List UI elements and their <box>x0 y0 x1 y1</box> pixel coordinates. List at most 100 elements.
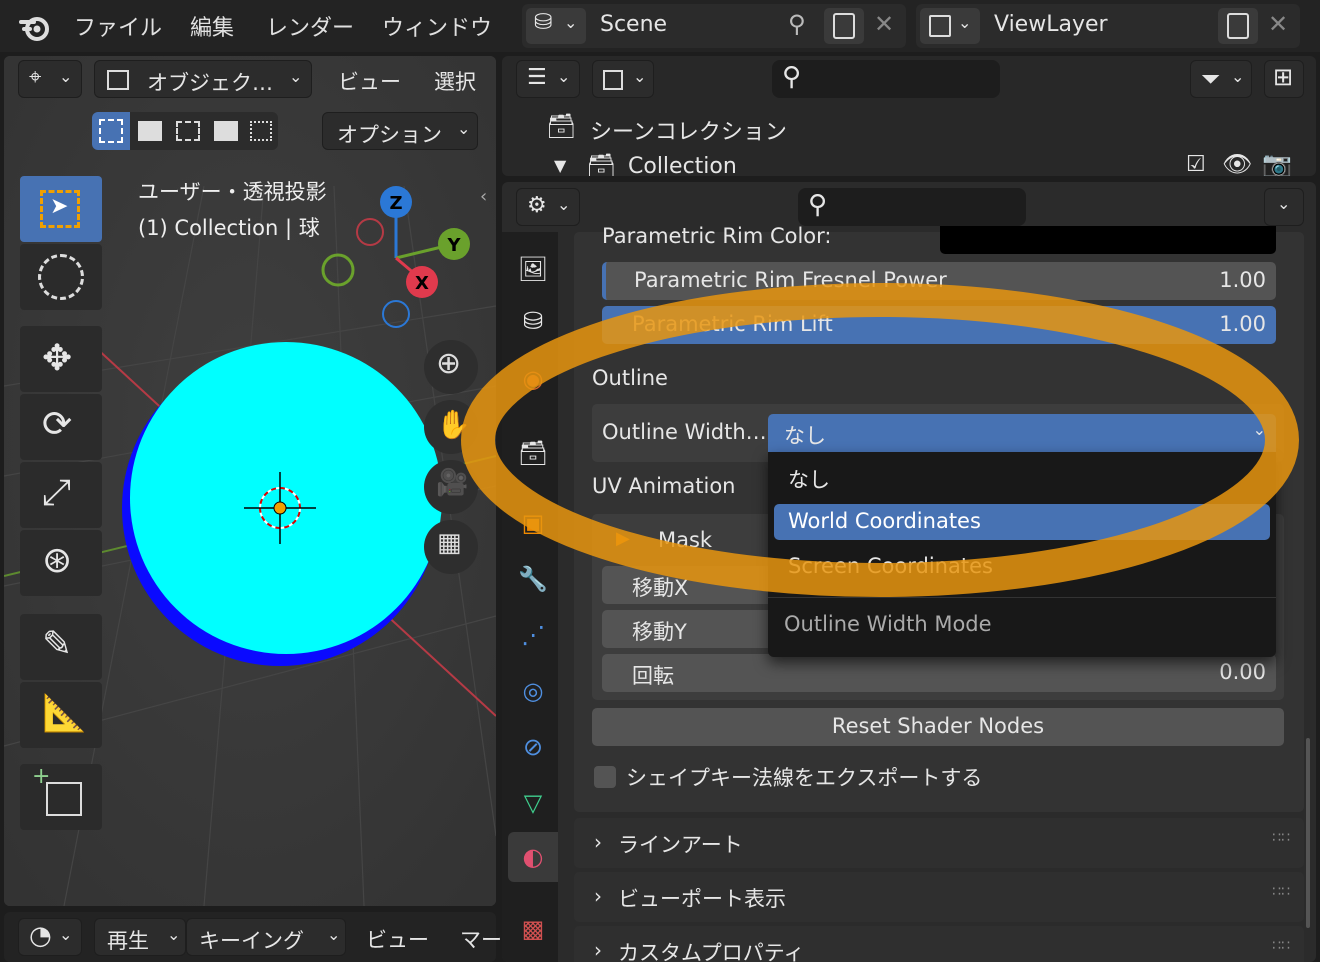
option-screen-coordinates[interactable]: Screen Coordinates <box>788 554 993 578</box>
sidebar-toggle-icon[interactable]: ‹ <box>480 186 487 207</box>
menu-edit[interactable]: 編集 <box>190 10 234 42</box>
display-mode-button[interactable]: ⌄ <box>592 60 654 98</box>
outliner-editor-type-button[interactable]: ☰ ⌄ <box>516 60 580 98</box>
properties-search-input[interactable]: ⚲ <box>798 188 1026 226</box>
expand-arrow-icon[interactable]: ▼ <box>554 156 566 175</box>
blender-logo-icon[interactable] <box>18 10 52 44</box>
drag-handle-icon[interactable]: ∷∷ <box>1272 938 1290 954</box>
rim-lift-field[interactable]: Parametric Rim Lift 1.00 <box>602 306 1276 344</box>
export-shapekey-normals-checkbox[interactable] <box>594 766 616 788</box>
navigation-gizmo[interactable]: Z Y X <box>318 182 484 332</box>
drag-handle-icon[interactable]: ∷∷ <box>1272 884 1290 900</box>
tab-render[interactable]: 🖼 <box>508 244 558 294</box>
properties-options-button[interactable]: ⌄ <box>1264 188 1304 226</box>
gizmo-z-label: Z <box>389 193 402 214</box>
select-intersect-button[interactable] <box>244 112 278 150</box>
render-camera-icon[interactable]: 📷 <box>1262 150 1292 176</box>
rotate-field[interactable]: 回転 0.00 <box>602 654 1276 692</box>
outliner-search-input[interactable]: ⚲ <box>772 60 1000 98</box>
marker-menu[interactable]: マー <box>460 924 502 954</box>
zoom-button[interactable]: ⊕ <box>424 340 478 394</box>
checkbox-icon[interactable]: ☑ <box>1186 152 1206 176</box>
viewlayer-name[interactable]: ViewLayer <box>994 12 1108 37</box>
timeline-view-menu[interactable]: ビュー <box>366 924 429 954</box>
properties-tabs: 🖼 ⛁ ◉ 🗃 ▣ 🔧 ⋰ ◎ ⊘ ▽ ◐ ▩ <box>502 232 558 962</box>
scene-collection-label[interactable]: シーンコレクション <box>590 114 787 146</box>
viewlayer-browse-button[interactable]: ⌄ <box>920 8 980 44</box>
option-world-coordinates[interactable]: World Coordinates <box>774 504 1270 540</box>
menu-render[interactable]: レンダー <box>266 10 354 42</box>
close-icon[interactable]: ✕ <box>1268 10 1288 38</box>
panel-lineart[interactable]: › ラインアート ∷∷ <box>574 818 1304 868</box>
select-menu[interactable]: 選択 <box>434 66 476 96</box>
select-extend-button[interactable] <box>132 112 168 150</box>
tab-texture[interactable]: ▩ <box>508 904 558 954</box>
view-menu[interactable]: ビュー <box>338 66 401 96</box>
panel-viewport-display-label: ビューポート表示 <box>618 887 786 911</box>
rim-color-swatch[interactable] <box>940 226 1276 254</box>
chevron-down-icon: ⌄ <box>289 67 303 86</box>
collection-label[interactable]: Collection <box>628 154 737 176</box>
tool-move[interactable]: ✥ <box>20 326 102 392</box>
perspective-toggle-button[interactable]: ▦ <box>424 520 478 574</box>
tool-rotate[interactable]: ⟳ <box>20 394 102 460</box>
select-invert-button[interactable] <box>208 112 244 150</box>
panel-custom-properties[interactable]: › カスタムプロパティ ∷∷ <box>574 926 1304 962</box>
playback-menu[interactable]: 再生 ⌄ <box>94 918 186 956</box>
mask-label[interactable]: Mask <box>658 528 712 552</box>
cursor-icon <box>38 254 84 300</box>
tool-measure[interactable]: 📐 <box>20 682 102 748</box>
tab-material[interactable]: ◐ <box>508 832 558 882</box>
option-none[interactable]: なし <box>788 464 830 494</box>
new-collection-button[interactable]: ⊞ <box>1264 60 1304 98</box>
tab-data[interactable]: ▽ <box>508 778 558 828</box>
camera-view-button[interactable]: 🎥 <box>424 460 478 514</box>
menu-title: Outline Width Mode <box>784 612 992 636</box>
pan-button[interactable]: ✋ <box>424 400 478 454</box>
tool-cursor[interactable] <box>20 244 102 310</box>
outline-width-dropdown[interactable]: なし ⌄ <box>768 414 1276 452</box>
mesh-data-icon: ▽ <box>523 789 543 817</box>
panel-viewport-display[interactable]: › ビューポート表示 ∷∷ <box>574 872 1304 922</box>
sphere-object[interactable] <box>114 340 454 680</box>
select-subtract-button[interactable] <box>170 112 206 150</box>
menu-file[interactable]: ファイル <box>74 10 162 42</box>
tab-constraints[interactable]: ⊘ <box>508 722 558 772</box>
view-name: ユーザー・透視投影 <box>138 180 327 204</box>
close-icon[interactable]: ✕ <box>874 10 894 38</box>
options-dropdown[interactable]: オプション ⌄ <box>322 112 478 150</box>
tool-select-box[interactable]: ➤ <box>20 176 102 242</box>
keying-menu[interactable]: キーイング ⌄ <box>186 918 346 956</box>
scene-browse-button[interactable]: ⛁ ⌄ <box>526 8 586 44</box>
tab-output[interactable]: ⛁ <box>508 296 558 346</box>
tab-collection[interactable]: 🗃 <box>508 428 558 478</box>
new-viewlayer-button[interactable] <box>1218 8 1258 44</box>
tool-scale[interactable]: ⤢ <box>20 462 102 528</box>
editor-type-button[interactable]: ⌖ ⌄ <box>18 60 82 98</box>
new-scene-button[interactable] <box>824 8 864 44</box>
tool-add-cube[interactable]: + <box>20 764 102 830</box>
chevron-down-icon: ⌄ <box>1252 420 1266 439</box>
properties-scrollbar[interactable] <box>1306 738 1310 928</box>
drag-handle-icon[interactable]: ∷∷ <box>1272 830 1290 846</box>
mode-selector[interactable]: オブジェク… ⌄ <box>94 60 312 98</box>
menu-window[interactable]: ウィンドウ <box>382 10 492 42</box>
tab-particles[interactable]: ⋰ <box>508 610 558 660</box>
pin-icon[interactable]: ⚲ <box>788 10 806 38</box>
3d-viewport[interactable]: ⌖ ⌄ オブジェク… ⌄ ビュー 選択 オプション ⌄ ユーザー・透視投影 (1… <box>4 56 496 906</box>
options-label: オプション <box>337 123 442 147</box>
select-new-button[interactable] <box>92 112 130 150</box>
tool-transform[interactable]: ⊛ <box>20 530 102 596</box>
tab-physics[interactable]: ◎ <box>508 666 558 716</box>
scene-name[interactable]: Scene <box>600 12 667 37</box>
tab-world[interactable]: ◉ <box>508 354 558 404</box>
properties-editor-type-button[interactable]: ⚙ ⌄ <box>516 188 580 226</box>
reset-shader-nodes-button[interactable]: Reset Shader Nodes <box>592 708 1284 746</box>
tab-object[interactable]: ▣ <box>508 498 558 548</box>
filter-button[interactable]: ⏷ ⌄ <box>1190 60 1252 98</box>
tab-modifiers[interactable]: 🔧 <box>508 554 558 604</box>
rim-fresnel-field[interactable]: Parametric Rim Fresnel Power 1.00 <box>602 262 1276 300</box>
tool-annotate[interactable]: ✎ <box>20 614 102 680</box>
timeline-editor-type-button[interactable]: ◔ ⌄ <box>18 918 82 956</box>
eye-icon[interactable]: 👁 <box>1222 150 1252 176</box>
